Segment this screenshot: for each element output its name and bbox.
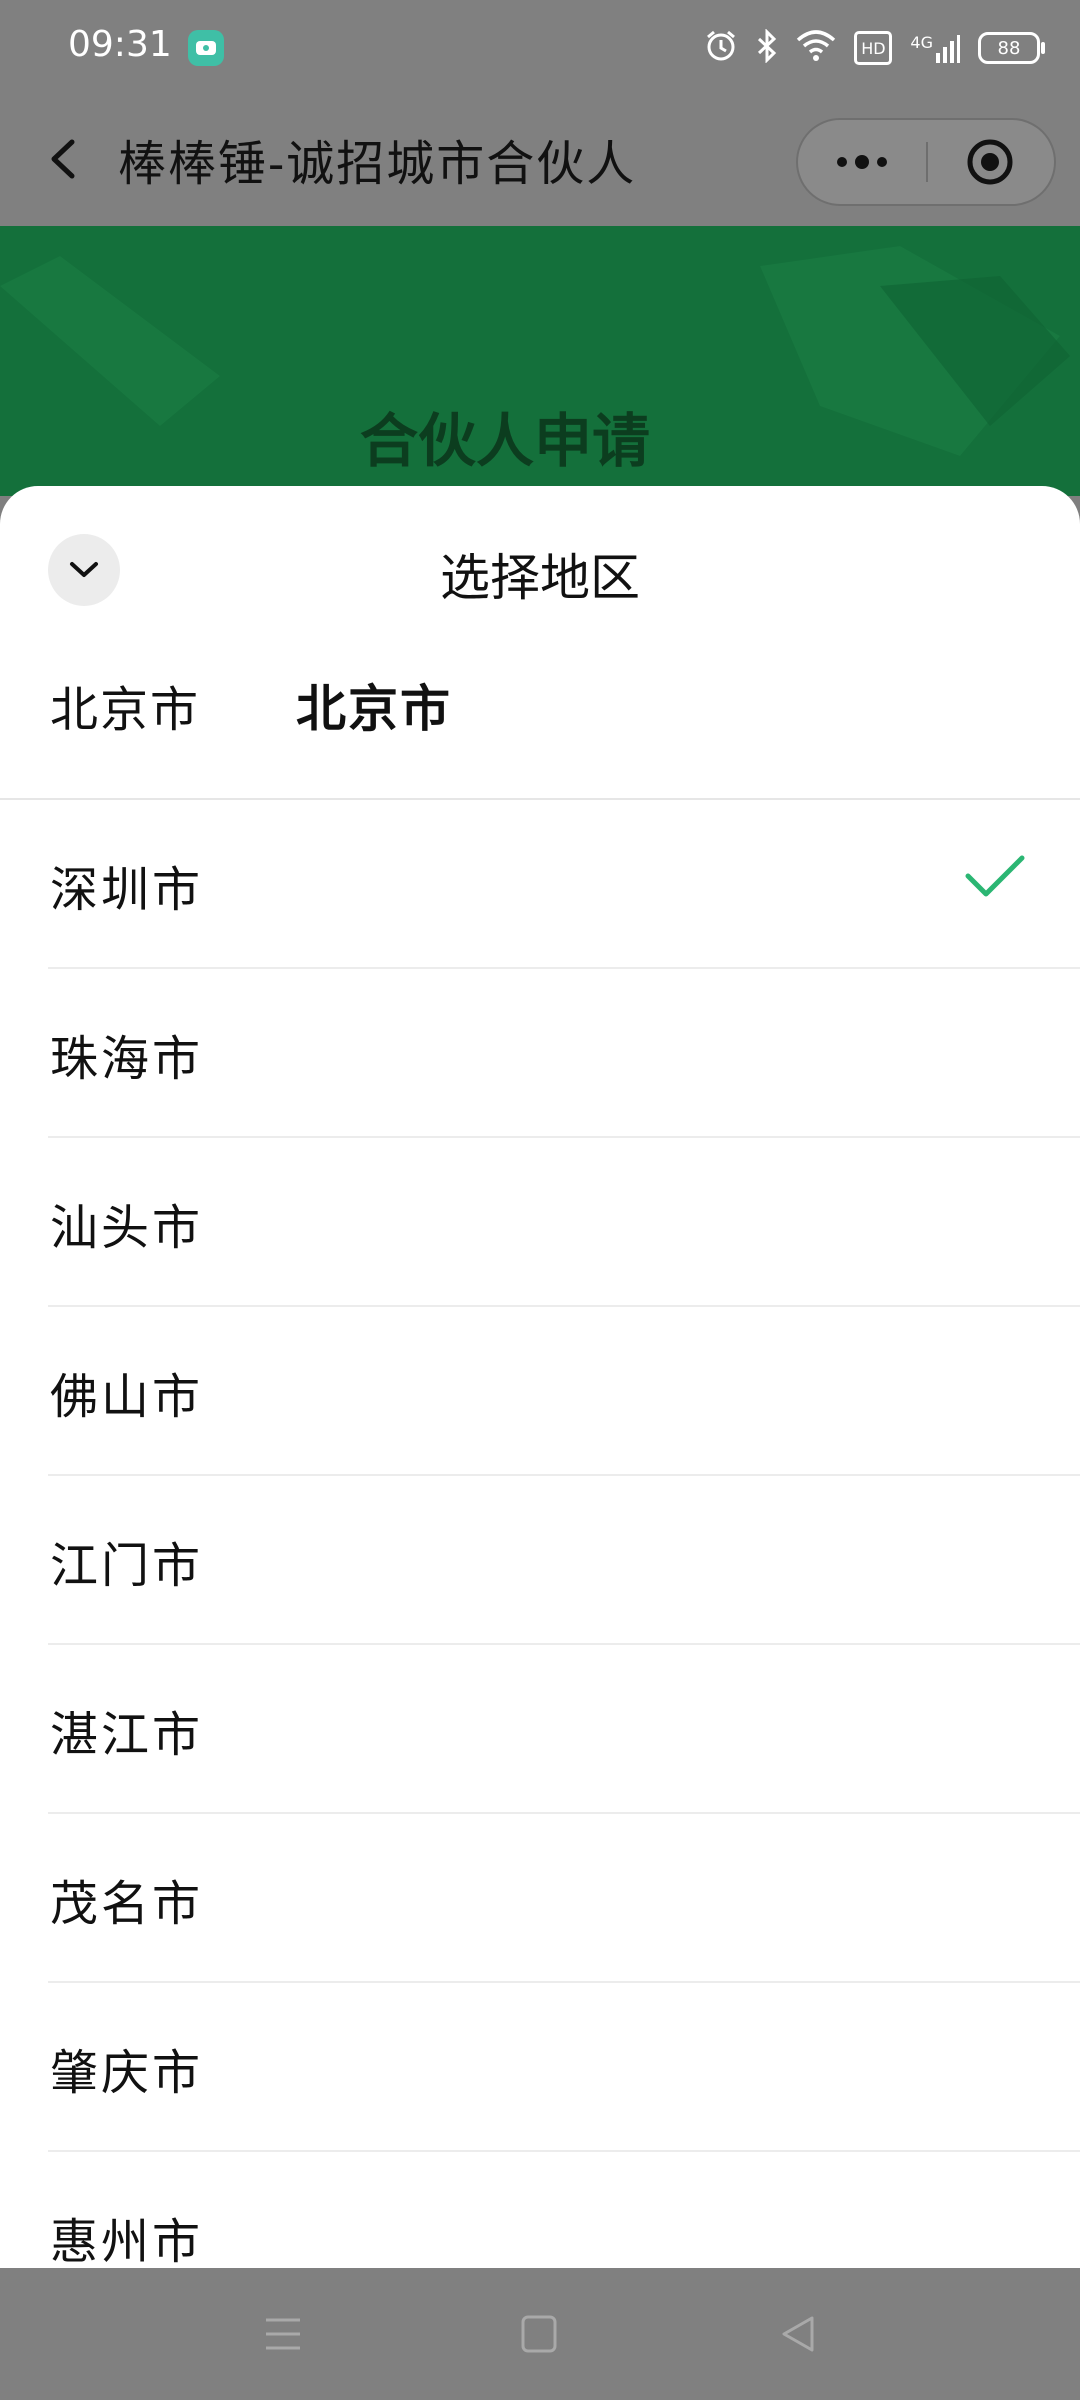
city-list: 深圳市 珠海市 汕头市 佛山市 江门市 湛江市 茂名市 肇庆市 惠州市: [0, 800, 1080, 2268]
hd-icon: HD: [854, 31, 893, 65]
home-button[interactable]: [514, 2310, 564, 2358]
status-time: 09:31: [68, 24, 172, 65]
sheet-title: 选择地区: [440, 549, 640, 607]
system-navigation-bar: [0, 2268, 1080, 2400]
city-name: 佛山市: [50, 1369, 204, 1425]
chevron-left-icon: [51, 139, 75, 179]
city-name: 江门市: [50, 1538, 204, 1594]
home-icon: [521, 2315, 557, 2353]
check-icon: [965, 855, 1025, 897]
bluetooth-icon: [756, 28, 778, 67]
tab-city[interactable]: 北京市: [296, 669, 452, 741]
city-item[interactable]: 江门市: [48, 1476, 1080, 1645]
tab-province[interactable]: 北京市: [50, 670, 296, 740]
city-item[interactable]: 湛江市: [48, 1645, 1080, 1814]
back-button[interactable]: [34, 124, 94, 194]
city-name: 肇庆市: [50, 2045, 204, 2101]
alarm-icon: [704, 29, 738, 67]
city-item[interactable]: 惠州市: [48, 2152, 1080, 2268]
city-name: 湛江市: [50, 1707, 204, 1763]
city-item[interactable]: 深圳市: [48, 800, 1080, 969]
city-item[interactable]: 珠海市: [48, 969, 1080, 1138]
menu-icon: [266, 2318, 300, 2350]
city-name: 汕头市: [50, 1200, 204, 1256]
battery-icon: 88: [978, 32, 1045, 64]
more-dots-icon: [837, 155, 887, 169]
back-triangle-icon: [782, 2316, 814, 2352]
mini-program-title-bar: 棒棒锤-诚招城市合伙人: [0, 96, 1080, 226]
back-nav-button[interactable]: [774, 2310, 824, 2358]
city-item[interactable]: 茂名市: [48, 1814, 1080, 1983]
city-item[interactable]: 佛山市: [48, 1307, 1080, 1476]
banner: 合伙人申请: [0, 226, 1080, 496]
signal-icon: 4G: [910, 33, 960, 63]
city-item[interactable]: 汕头市: [48, 1138, 1080, 1307]
close-program-button[interactable]: [926, 120, 1054, 204]
status-icons: HD 4G 88: [704, 22, 1045, 74]
app-notification-icon: [188, 30, 224, 66]
capsule-menu: [796, 118, 1056, 206]
city-item[interactable]: 肇庆市: [48, 1983, 1080, 2152]
recent-apps-button[interactable]: [258, 2310, 308, 2358]
network-type: 4G: [910, 33, 933, 52]
banner-title: 合伙人申请: [359, 407, 650, 475]
more-button[interactable]: [798, 120, 926, 204]
region-level-tabs: 北京市 北京市: [50, 670, 452, 740]
region-picker-sheet: 选择地区 北京市 北京市 深圳市 珠海市 汕头市 佛山市 江门市 湛江市 茂名市…: [0, 486, 1080, 2268]
city-name: 惠州市: [50, 2214, 204, 2268]
target-close-icon: [967, 139, 1013, 185]
city-name: 深圳市: [50, 862, 204, 918]
city-name: 珠海市: [50, 1031, 204, 1087]
wifi-icon: [796, 30, 836, 66]
city-name: 茂名市: [50, 1876, 204, 1932]
page-title: 棒棒锤-诚招城市合伙人: [118, 136, 637, 192]
status-bar: 09:31 HD 4G 88: [0, 0, 1080, 96]
